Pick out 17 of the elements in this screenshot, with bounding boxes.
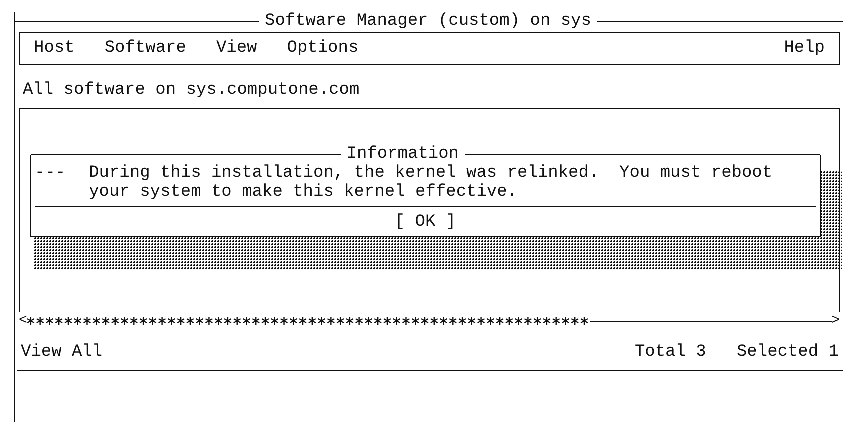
window-title: Software Manager (custom) on sys <box>264 12 592 31</box>
menu-item[interactable]: Software <box>104 39 186 58</box>
help-menu[interactable]: Help <box>784 39 825 58</box>
scroll-track[interactable] <box>27 315 832 327</box>
total-count: Total 3 <box>634 343 706 362</box>
ok-button[interactable]: [ OK ] <box>394 213 456 232</box>
scroll-left-arrow[interactable]: < <box>19 314 28 328</box>
dialog-message: During this installation, the kernel was relinked. You must reboot your system to make this kernel effective. <box>89 164 774 202</box>
menu-item[interactable]: Host <box>34 39 75 58</box>
message-marker: --- <box>35 164 67 185</box>
dialog-title: Information <box>346 145 460 164</box>
list-heading: All software on sys.computone.com <box>23 81 361 100</box>
menu-item[interactable]: View <box>216 39 258 58</box>
view-filter-label: View All <box>21 343 103 362</box>
menu-item[interactable]: Options <box>287 39 359 58</box>
scroll-right-arrow[interactable]: > <box>832 314 840 328</box>
selected-count: Selected 1 <box>736 343 839 362</box>
